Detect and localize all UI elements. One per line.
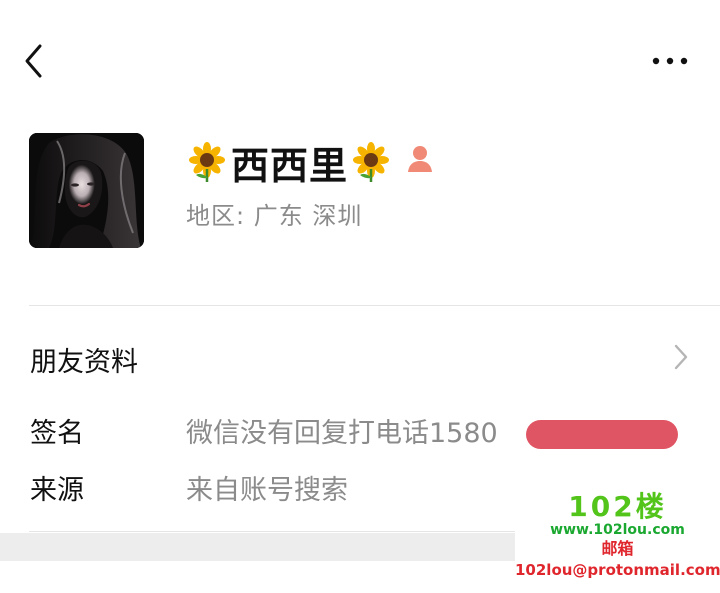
sunflower-icon	[353, 142, 390, 182]
back-button[interactable]	[18, 40, 52, 82]
chevron-left-icon	[25, 44, 42, 78]
profile-name: 西西里	[231, 143, 349, 188]
friend-info-label: 朋友资料	[30, 347, 138, 378]
watermark-mail-label: 邮箱	[601, 539, 634, 558]
source-label: 来源	[30, 475, 84, 506]
chevron-right-icon	[674, 344, 688, 370]
source-value: 来自账号搜索	[186, 475, 348, 506]
watermark: 102楼 www.102lou.com 邮箱 102lou@protonmail…	[515, 493, 720, 585]
more-button[interactable]	[646, 48, 694, 74]
divider	[29, 305, 720, 306]
female-icon	[408, 146, 433, 172]
profile-name-row: 西西里	[186, 138, 436, 188]
watermark-url: www.102lou.com	[550, 522, 685, 538]
sunflower-icon	[189, 142, 225, 182]
signature-label: 签名	[30, 418, 84, 449]
watermark-logo: 102楼	[568, 490, 667, 523]
avatar[interactable]	[29, 133, 144, 248]
watermark-email: 102lou@protonmail.com	[515, 561, 720, 579]
more-horizontal-icon	[652, 57, 688, 65]
avatar-photo	[29, 133, 144, 248]
profile-region: 地区: 广东 深圳	[186, 202, 363, 230]
redaction-mark	[526, 420, 678, 449]
